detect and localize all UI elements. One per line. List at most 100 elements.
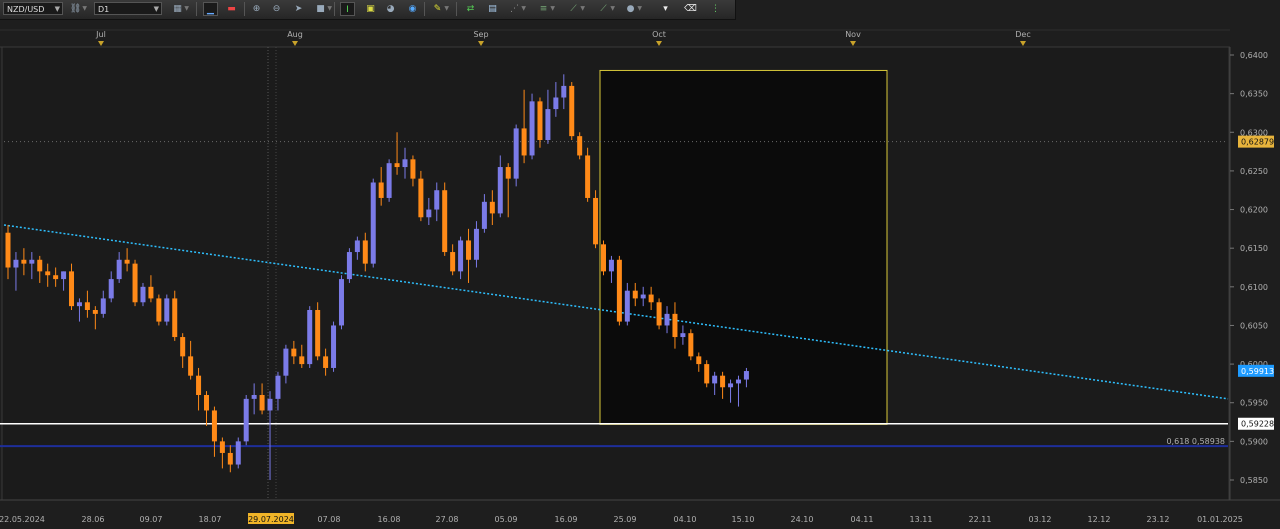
candle-body	[235, 441, 241, 465]
candle[interactable]	[307, 306, 313, 368]
candle[interactable]	[704, 360, 710, 388]
candle-body	[108, 279, 114, 299]
svg-text:0,59228: 0,59228	[1241, 420, 1274, 429]
date-tick-label: 27.08	[436, 515, 459, 524]
highlight-box[interactable]	[599, 69, 888, 425]
candle-body	[196, 375, 202, 395]
candle-body	[323, 356, 329, 368]
candle-body	[275, 375, 281, 399]
date-tick-label: 23.12	[1147, 515, 1170, 524]
date-tick-label: 22.11	[969, 515, 992, 524]
candle[interactable]	[656, 298, 662, 330]
candle-body	[76, 302, 82, 307]
candle-body	[672, 313, 678, 338]
candle[interactable]	[616, 255, 622, 326]
candle-body	[370, 182, 376, 264]
candle-body	[338, 279, 344, 326]
price-tick-label: 0,6200	[1240, 206, 1268, 215]
candle-body	[140, 286, 146, 303]
candle-body	[188, 356, 194, 376]
candle[interactable]	[577, 132, 583, 160]
candle[interactable]	[593, 190, 599, 249]
candle[interactable]	[585, 147, 591, 202]
candle-body	[497, 167, 503, 214]
price-tick-label: 0,5850	[1240, 476, 1268, 485]
candle[interactable]	[338, 275, 344, 330]
svg-text:0,62879: 0,62879	[1241, 138, 1274, 147]
candle-body	[164, 298, 170, 322]
candle-body	[648, 294, 654, 303]
candle[interactable]	[688, 329, 694, 361]
candle[interactable]	[601, 240, 606, 276]
candle-body	[418, 178, 424, 218]
svg-text:01.01.2025: 01.01.2025	[1197, 515, 1243, 524]
candle-body	[29, 259, 35, 264]
candle[interactable]	[513, 124, 519, 187]
svg-text:27.08: 27.08	[436, 515, 459, 524]
date-tick-label: 28.06	[82, 515, 105, 524]
date-tick-label: 16.09	[555, 515, 578, 524]
date-tick-label: 05.09	[495, 515, 518, 524]
date-tick-label: 09.07	[140, 515, 163, 524]
svg-text:13.11: 13.11	[910, 515, 933, 524]
candle[interactable]	[164, 294, 170, 326]
month-marker-icon	[292, 41, 298, 46]
month-label: Aug	[287, 30, 303, 39]
candle-body	[116, 259, 122, 280]
candle[interactable]	[370, 178, 376, 268]
svg-text:04.10: 04.10	[674, 515, 697, 524]
candle[interactable]	[315, 302, 321, 361]
month-label: Dec	[1015, 30, 1030, 39]
candle-body	[259, 395, 265, 411]
candle-body	[458, 240, 464, 272]
candle-body	[704, 364, 710, 384]
month-marker-icon	[98, 41, 104, 46]
candle-body	[489, 201, 495, 214]
candle-body	[92, 310, 98, 314]
candle[interactable]	[442, 182, 448, 256]
candle-body	[267, 398, 273, 411]
price-chart[interactable]: Jul Aug Sep Oct Nov Dec 0,618 0,58938 0,6400 0…	[0, 0, 1280, 529]
candle-body	[299, 356, 305, 365]
candle-body	[283, 348, 289, 376]
svg-text:15.10: 15.10	[732, 515, 755, 524]
candle-body	[680, 333, 686, 338]
fib-label: 0,618 0,58938	[1166, 437, 1225, 446]
price-tick-label: 0,6350	[1240, 90, 1268, 99]
candle[interactable]	[331, 321, 337, 372]
dotted-level-tag: 0,62879	[1238, 135, 1274, 148]
price-tick-label: 0,6250	[1240, 167, 1268, 176]
candle-body	[426, 209, 432, 218]
candle-body	[172, 298, 178, 338]
candle[interactable]	[132, 259, 138, 307]
date-tick-label: 16.08	[378, 515, 401, 524]
candle-body	[251, 395, 257, 399]
candle-body	[386, 163, 392, 198]
candle-body	[481, 201, 487, 229]
candle-body	[442, 190, 448, 253]
candle-body	[354, 240, 360, 253]
candle-body	[537, 101, 543, 140]
candle-body	[561, 85, 567, 98]
candle-body	[466, 240, 472, 260]
candle[interactable]	[346, 248, 352, 283]
candle-body	[743, 371, 749, 380]
candle-body	[13, 259, 19, 268]
candle[interactable]	[569, 82, 575, 140]
candle[interactable]	[386, 159, 392, 202]
candle-body	[601, 244, 606, 272]
candle-body	[434, 190, 440, 210]
month-marker-icon	[656, 41, 662, 46]
candle[interactable]	[529, 93, 535, 160]
date-tick-label: 04.11	[851, 515, 874, 524]
date-tick-label: 04.10	[674, 515, 697, 524]
date-tick-label: 24.10	[791, 515, 814, 524]
candle-body	[291, 348, 297, 357]
candle-body	[728, 383, 734, 388]
candle[interactable]	[243, 395, 249, 446]
candle-body	[21, 259, 27, 264]
candle[interactable]	[235, 437, 241, 469]
candle-body	[204, 395, 209, 411]
candle[interactable]	[156, 294, 162, 326]
svg-text:12.12: 12.12	[1088, 515, 1111, 524]
